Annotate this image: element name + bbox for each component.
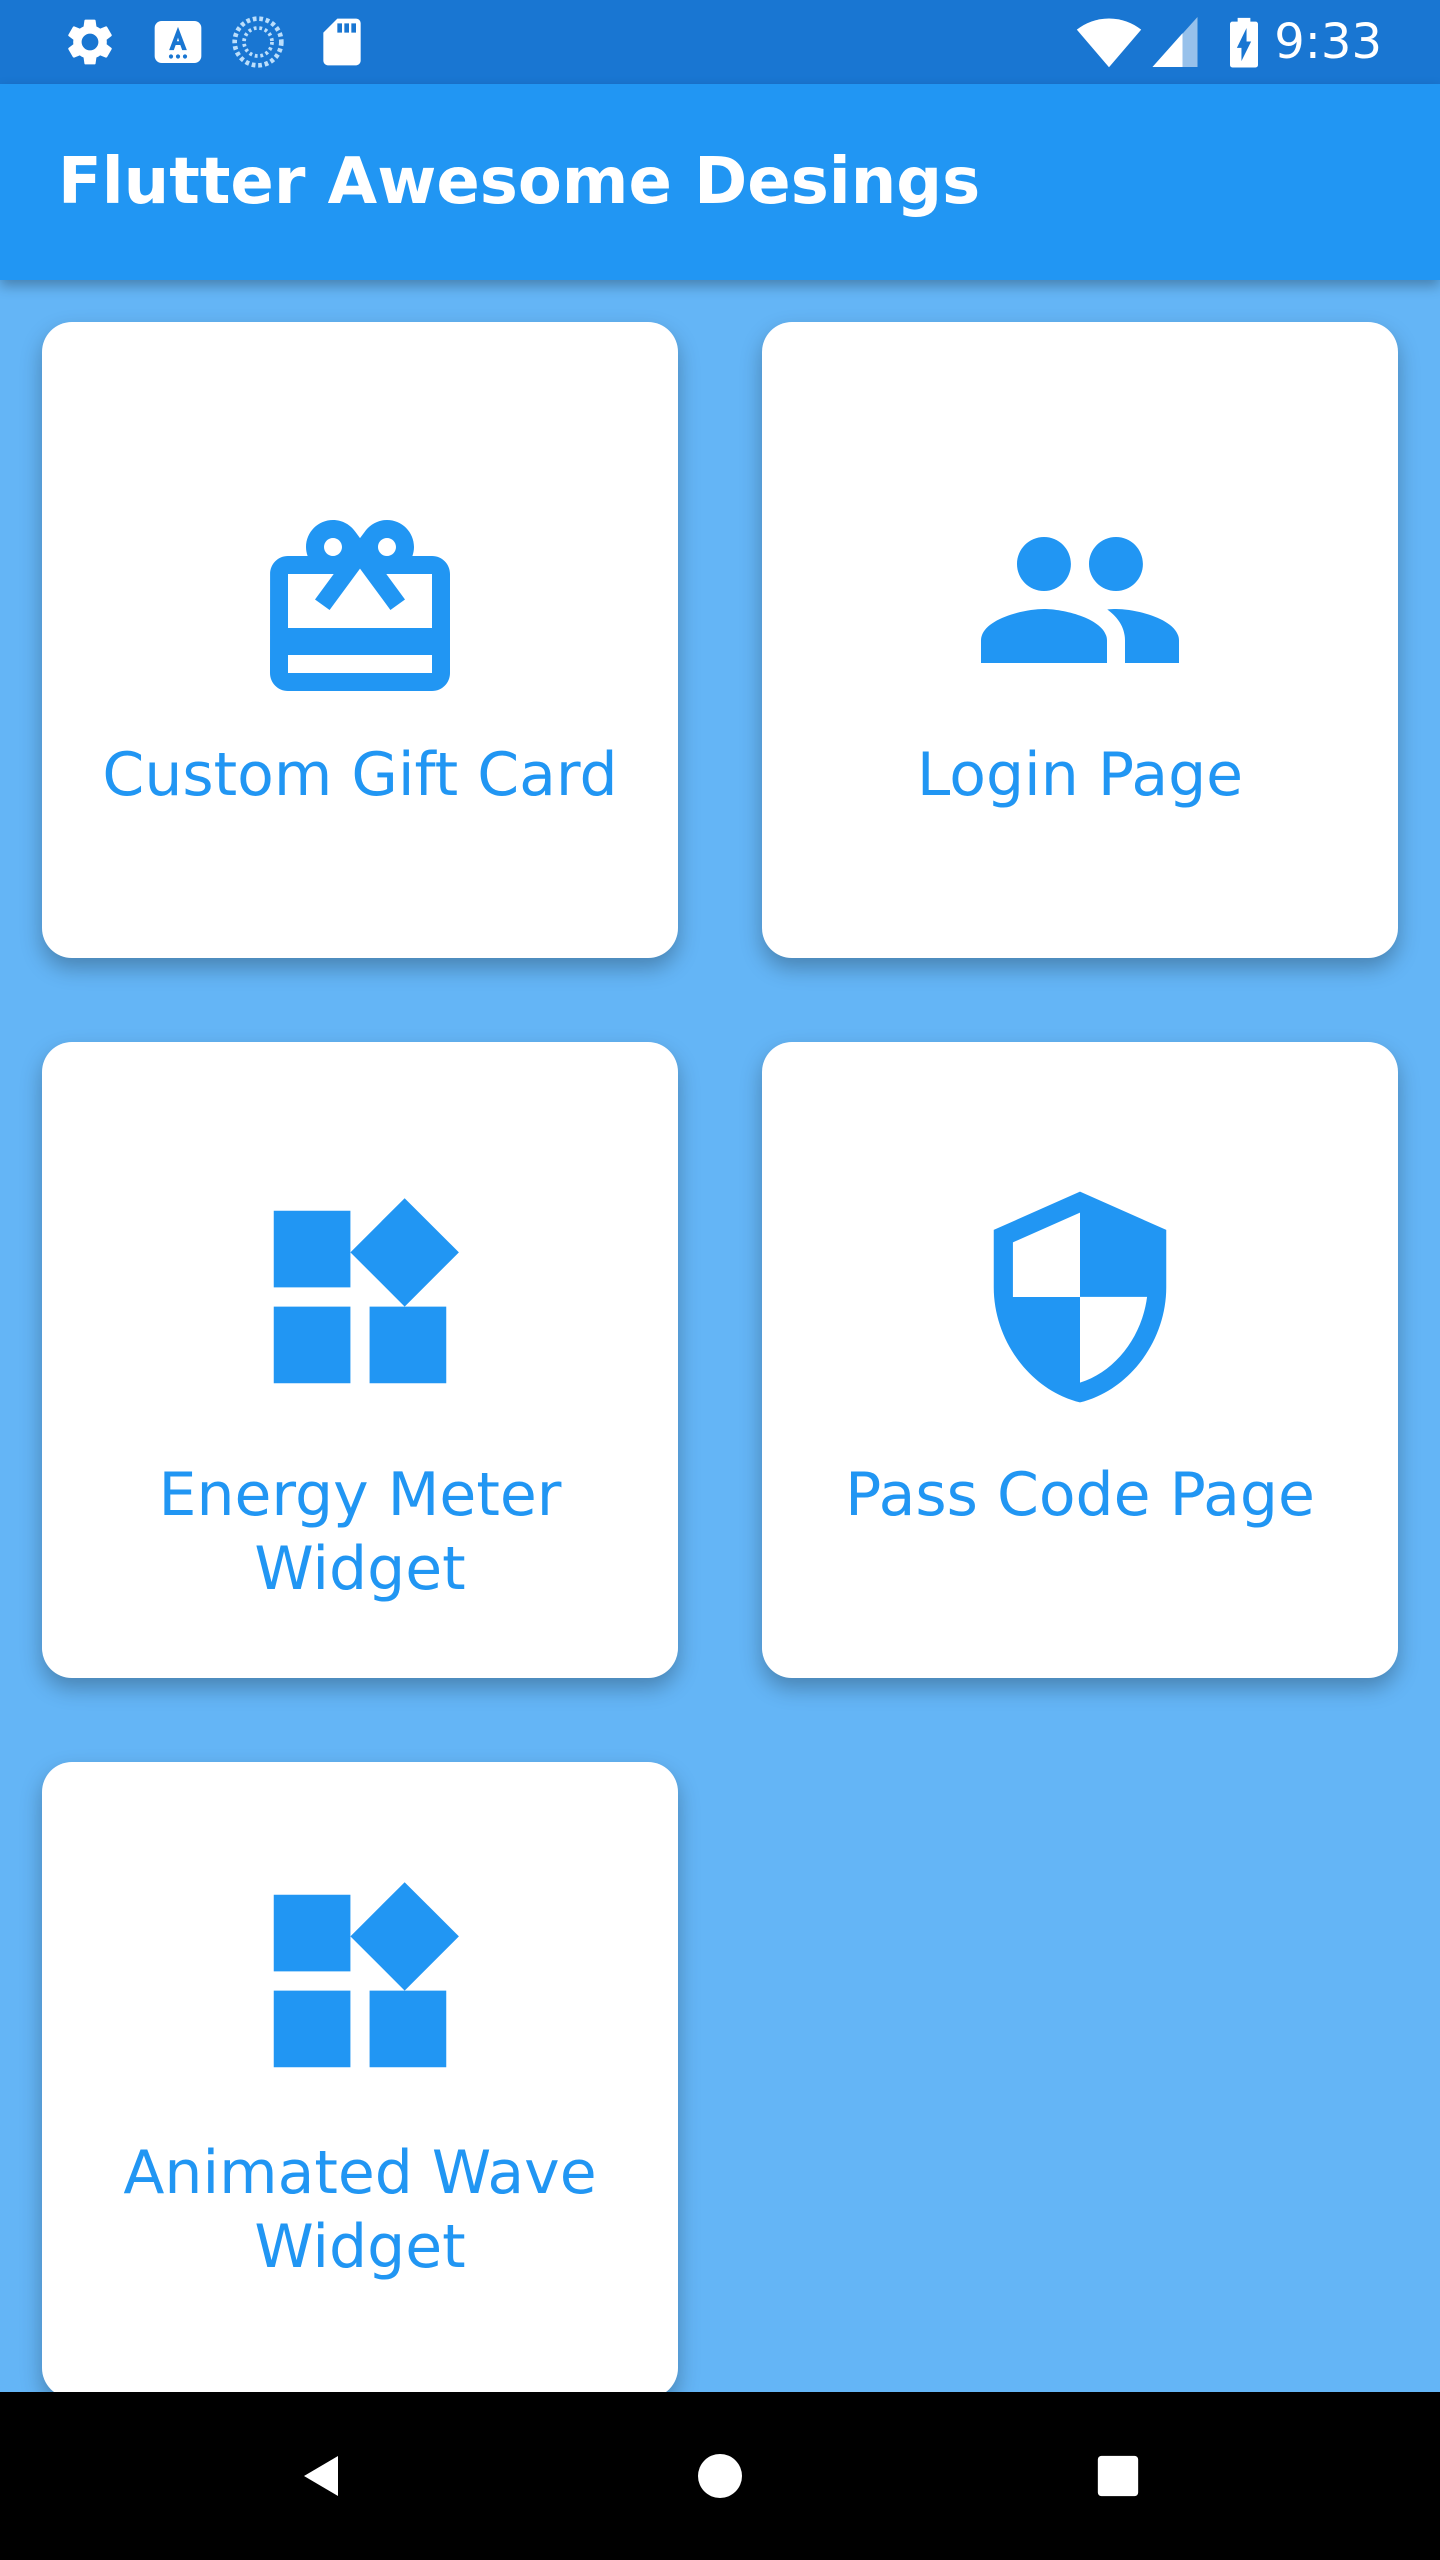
card-label: Pass Code Page: [845, 1460, 1315, 1530]
back-button[interactable]: [280, 2434, 364, 2518]
battery-charging-icon: [1230, 17, 1258, 68]
home-circle-icon: [698, 2454, 742, 2498]
recents-square-icon: [1097, 2455, 1139, 2497]
card-animated-wave-widget[interactable]: Animated Wave Widget: [42, 1762, 678, 2392]
widgets-icon: [273, 1198, 459, 1384]
app-bar: Flutter Awesome Desings: [0, 84, 1440, 280]
status-bar: 9:33: [0, 0, 1440, 84]
sync-progress-icon: [232, 16, 284, 68]
sd-card-icon: [323, 18, 361, 66]
system-nav-bar: [0, 2392, 1440, 2560]
widgets-icon: [273, 1882, 459, 2068]
card-label: Animated Wave Widget: [123, 2138, 597, 2282]
back-triangle-icon: [304, 2456, 338, 2496]
wifi-icon: [1076, 18, 1142, 68]
status-time: 9:33: [1274, 14, 1382, 70]
app-title: Flutter Awesome Desings: [58, 145, 981, 219]
card-giftcard-icon: [270, 520, 450, 691]
card-custom-gift-card[interactable]: Custom Gift Card: [42, 322, 678, 958]
cell-signal-icon: [1152, 17, 1198, 67]
card-energy-meter-widget[interactable]: Energy Meter Widget: [42, 1042, 678, 1678]
accessibility-a-icon: [154, 21, 202, 63]
designs-grid: Custom Gift Card Login Page Energy Meter…: [0, 280, 1440, 2392]
card-label: Custom Gift Card: [102, 740, 618, 810]
people-icon: [981, 537, 1179, 663]
card-pass-code-page[interactable]: Pass Code Page: [762, 1042, 1398, 1678]
card-login-page[interactable]: Login Page: [762, 322, 1398, 958]
security-shield-icon: [993, 1191, 1167, 1403]
card-label: Login Page: [916, 740, 1244, 810]
settings-icon: [68, 19, 112, 65]
card-label: Energy Meter Widget: [158, 1460, 562, 1604]
recents-button[interactable]: [1076, 2434, 1160, 2518]
home-button[interactable]: [678, 2434, 762, 2518]
